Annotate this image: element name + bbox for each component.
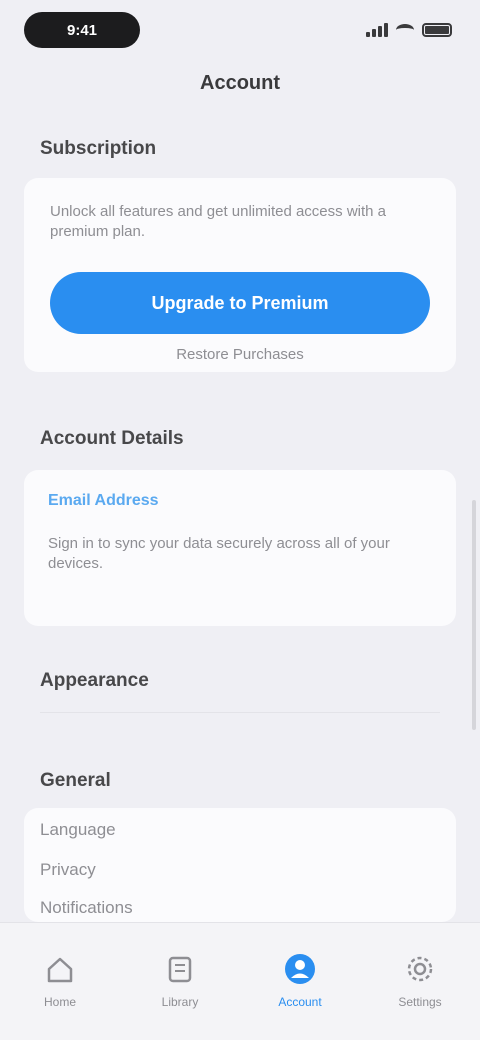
subscription-description: Unlock all features and get unlimited ac… — [50, 203, 387, 240]
tab-bar: Home Library Account Settings — [0, 922, 480, 1040]
account-details-card: Email Address Sign in to sync your data … — [24, 470, 456, 626]
account-icon — [280, 949, 320, 989]
general-row-notifications[interactable]: Notifications — [40, 898, 133, 918]
status-icons — [366, 22, 452, 38]
scrollbar[interactable] — [472, 500, 476, 730]
page-title: Account — [200, 72, 280, 94]
tab-label: Home — [43, 995, 76, 1009]
tab-label: Library — [161, 995, 199, 1009]
general-row-language[interactable]: Language — [40, 820, 116, 840]
tab-account[interactable]: Account — [260, 949, 340, 1009]
tab-settings[interactable]: Settings — [380, 949, 460, 1009]
appearance-header[interactable]: Appearance — [40, 670, 149, 692]
battery-icon — [422, 23, 452, 37]
home-icon — [40, 949, 80, 989]
status-bar: 9:41 — [0, 0, 480, 64]
subscription-card: Unlock all features and get unlimited ac… — [24, 178, 456, 372]
account-details-description: Sign in to sync your data securely acros… — [48, 535, 390, 572]
tab-label: Settings — [398, 995, 442, 1009]
status-time: 9:41 — [24, 12, 140, 48]
general-row-privacy[interactable]: Privacy — [40, 860, 96, 880]
general-header: General — [40, 770, 111, 791]
tab-library[interactable]: Library — [140, 949, 220, 1009]
tab-label: Account — [278, 995, 322, 1009]
account-details-header: Account Details — [40, 428, 184, 449]
wifi-icon — [396, 24, 414, 36]
signal-icon — [366, 23, 388, 37]
subscription-header: Subscription — [40, 138, 157, 159]
settings-icon — [400, 949, 440, 989]
tab-home[interactable]: Home — [20, 949, 100, 1009]
divider — [40, 712, 440, 713]
library-icon — [160, 949, 200, 989]
email-address-label[interactable]: Email Address — [48, 492, 159, 510]
restore-purchases-link[interactable]: Restore Purchases — [24, 346, 456, 363]
upgrade-button[interactable]: Upgrade to Premium — [50, 272, 430, 334]
